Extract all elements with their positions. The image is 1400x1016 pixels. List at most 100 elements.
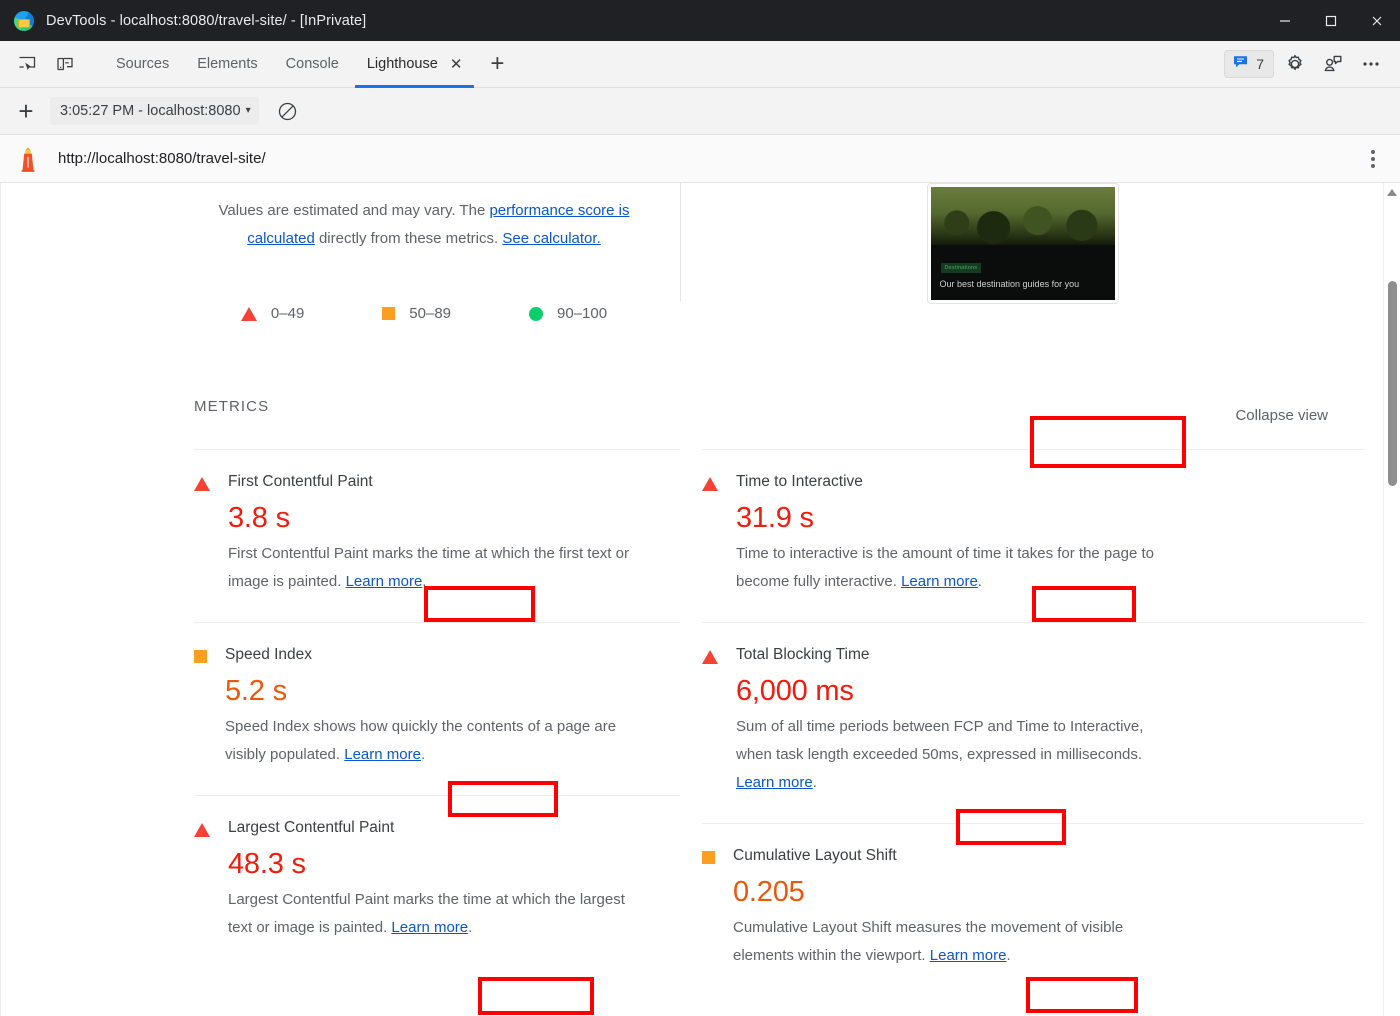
metric-description: Sum of all time periods between FCP and … <box>736 713 1156 797</box>
metric-description-text: Sum of all time periods between FCP and … <box>736 718 1143 763</box>
tab-lighthouse[interactable]: Lighthouse ✕ <box>353 41 477 88</box>
tab-label: Lighthouse <box>367 56 438 72</box>
metrics-column-right: Time to Interactive 31.9 s Time to inter… <box>680 449 1364 996</box>
devtools-tabstrip: Sources Elements Console Lighthouse ✕ + … <box>0 41 1400 88</box>
report-select[interactable]: 3:05:27 PM - localhost:8080 ▾ <box>50 97 259 125</box>
minimize-button[interactable] <box>1262 0 1308 41</box>
screenshot-image: Destinations Our best destination guides… <box>931 187 1115 300</box>
gear-icon[interactable] <box>1278 47 1312 81</box>
report-select-value: 3:05:27 PM - localhost:8080 <box>60 103 241 119</box>
tab-label: Console <box>286 56 339 72</box>
metric-description-suffix: . <box>978 573 982 590</box>
see-calculator-link[interactable]: See calculator. <box>502 230 600 247</box>
metric-description-suffix: . <box>468 919 472 936</box>
lighthouse-logo-icon <box>16 146 40 172</box>
square-icon <box>382 307 395 320</box>
metric-description: Largest Contentful Paint marks the time … <box>228 886 648 942</box>
metric-speed-index: Speed Index 5.2 s Speed Index shows how … <box>194 622 680 795</box>
metric-description: Speed Index shows how quickly the conten… <box>225 713 645 769</box>
legend-label: 90–100 <box>557 305 607 322</box>
screenshot-headline: Our best destination guides for you <box>940 279 1109 289</box>
issues-count: 7 <box>1256 56 1264 72</box>
learn-more-link[interactable]: Learn more <box>736 774 813 791</box>
panel-tabs: Sources Elements Console Lighthouse ✕ + <box>102 41 512 88</box>
metric-name: Speed Index <box>225 645 680 665</box>
metric-name: First Contentful Paint <box>228 472 680 492</box>
window-title: DevTools - localhost:8080/travel-site/ -… <box>46 13 366 29</box>
chevron-down-icon: ▾ <box>246 106 251 116</box>
legend-label: 50–89 <box>409 305 451 322</box>
tab-console[interactable]: Console <box>272 41 353 88</box>
triangle-icon <box>702 477 718 491</box>
metric-first-contentful-paint: First Contentful Paint 3.8 s First Conte… <box>194 449 680 622</box>
learn-more-link[interactable]: Learn more <box>346 573 423 590</box>
metric-value: 31.9 s <box>736 496 1364 540</box>
metric-description-suffix: . <box>813 774 817 791</box>
window-controls <box>1262 0 1400 41</box>
screenshot-hero-photo <box>931 187 1115 245</box>
add-tab-button[interactable]: + <box>482 49 512 79</box>
metric-value: 5.2 s <box>225 669 680 713</box>
learn-more-link[interactable]: Learn more <box>901 573 978 590</box>
inspect-element-icon[interactable] <box>10 47 44 81</box>
close-button[interactable] <box>1354 0 1400 41</box>
report-url: http://localhost:8080/travel-site/ <box>58 150 266 167</box>
metric-name: Time to Interactive <box>736 472 1364 492</box>
metric-time-to-interactive: Time to Interactive 31.9 s Time to inter… <box>702 449 1364 622</box>
score-legend: 0–49 50–89 90–100 <box>194 305 654 322</box>
kebab-menu-icon[interactable] <box>1360 142 1386 176</box>
learn-more-link[interactable]: Learn more <box>391 919 468 936</box>
metric-description: Cumulative Layout Shift measures the mov… <box>733 914 1153 970</box>
report-top-section: Values are estimated and may vary. The p… <box>0 183 1364 322</box>
lighthouse-report: Values are estimated and may vary. The p… <box>0 183 1400 1016</box>
tabstrip-actions: 7 <box>1224 47 1400 81</box>
metric-description: First Contentful Paint marks the time at… <box>228 540 648 596</box>
metrics-heading: METRICS <box>194 398 680 415</box>
close-tab-icon[interactable]: ✕ <box>450 57 463 72</box>
vertical-scrollbar[interactable] <box>1383 183 1400 1016</box>
square-icon <box>194 650 207 663</box>
legend-label: 0–49 <box>271 305 304 322</box>
issues-badge[interactable]: 7 <box>1224 50 1274 78</box>
disclaimer-text-1: Values are estimated and may vary. The <box>218 202 489 219</box>
feedback-person-icon[interactable] <box>1316 47 1350 81</box>
learn-more-link[interactable]: Learn more <box>344 746 421 763</box>
metrics-title-wrap: METRICS <box>194 398 680 433</box>
metric-value: 3.8 s <box>228 496 680 540</box>
metric-name: Largest Contentful Paint <box>228 818 680 838</box>
square-icon <box>702 851 715 864</box>
device-toolbar-icon[interactable] <box>48 47 82 81</box>
new-report-button[interactable]: + <box>8 93 44 129</box>
collapse-view-wrap: Collapse view <box>680 398 1364 433</box>
metrics-column-left: First Contentful Paint 3.8 s First Conte… <box>194 449 680 996</box>
triangle-icon <box>702 650 718 664</box>
metric-name: Total Blocking Time <box>736 645 1364 665</box>
tab-sources[interactable]: Sources <box>102 41 183 88</box>
metric-description-text: First Contentful Paint marks the time at… <box>228 545 629 590</box>
maximize-button[interactable] <box>1308 0 1354 41</box>
collapse-view-button[interactable]: Collapse view <box>1221 398 1342 433</box>
metrics-grid: First Contentful Paint 3.8 s First Conte… <box>0 449 1364 996</box>
clear-all-icon[interactable] <box>271 94 305 128</box>
triangle-icon <box>194 477 210 491</box>
more-options-icon[interactable] <box>1354 47 1388 81</box>
triangle-icon <box>194 823 210 837</box>
page-screenshot-thumbnail[interactable]: Destinations Our best destination guides… <box>927 183 1119 304</box>
score-disclaimer: Values are estimated and may vary. The p… <box>194 197 654 253</box>
issues-message-icon <box>1232 53 1249 75</box>
scrollbar-thumb[interactable] <box>1388 281 1397 486</box>
window-titlebar: DevTools - localhost:8080/travel-site/ -… <box>0 0 1400 41</box>
metric-value: 0.205 <box>733 870 1364 914</box>
tab-elements[interactable]: Elements <box>183 41 271 88</box>
disclaimer-column: Values are estimated and may vary. The p… <box>0 197 680 322</box>
filmstrip-column: Destinations Our best destination guides… <box>681 197 1364 322</box>
metric-total-blocking-time: Total Blocking Time 6,000 ms Sum of all … <box>702 622 1364 823</box>
tab-label: Sources <box>116 56 169 72</box>
metric-description-suffix: . <box>1006 947 1010 964</box>
metric-largest-contentful-paint: Largest Contentful Paint 48.3 s Largest … <box>194 795 680 968</box>
scroll-up-arrow-icon[interactable] <box>1387 189 1397 196</box>
metric-description: Time to interactive is the amount of tim… <box>736 540 1156 596</box>
report-content: Values are estimated and may vary. The p… <box>0 183 1400 996</box>
edge-logo-icon <box>14 11 34 31</box>
learn-more-link[interactable]: Learn more <box>930 947 1007 964</box>
